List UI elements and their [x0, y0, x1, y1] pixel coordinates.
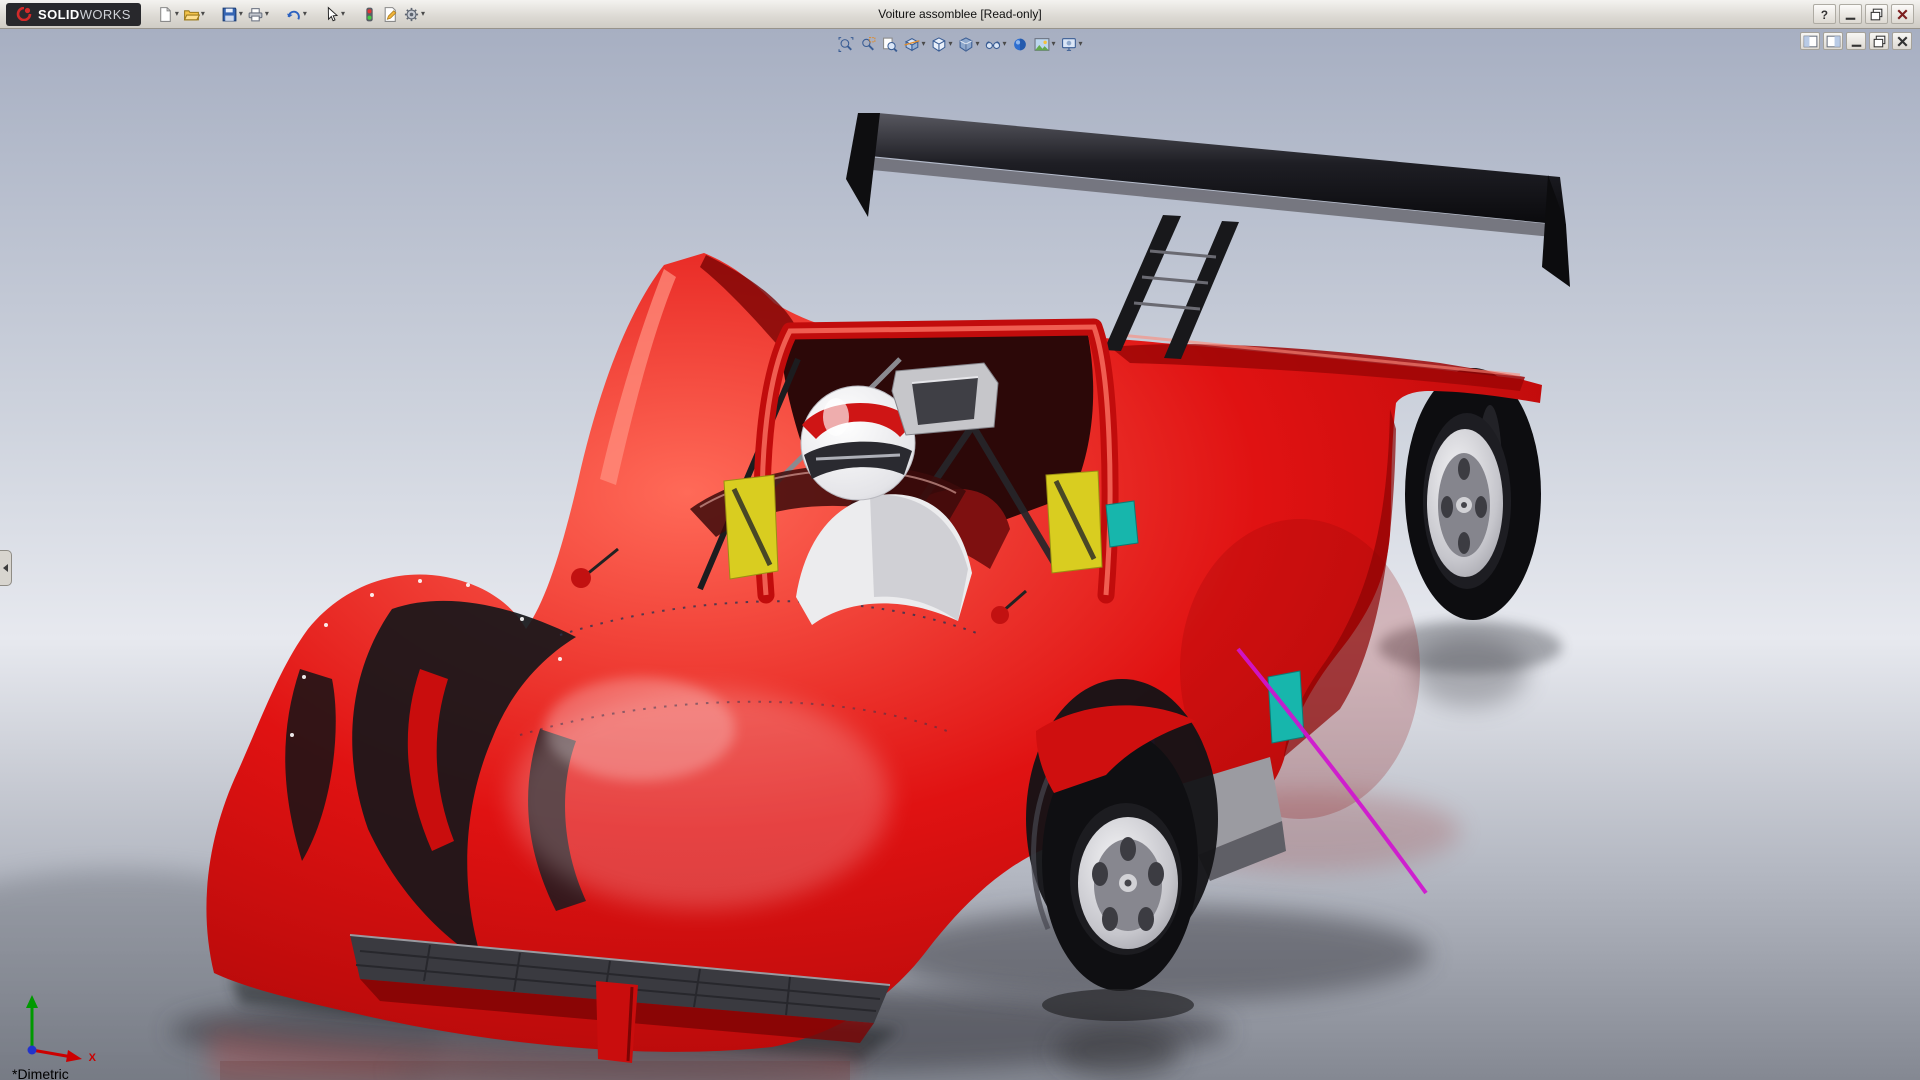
dropdown-caret-icon[interactable]: ▾: [303, 10, 307, 18]
rebuild-icon: [361, 6, 378, 23]
rear-wheel[interactable]: [1405, 368, 1541, 620]
dropdown-caret-icon[interactable]: ▾: [1079, 40, 1083, 48]
doc-close-icon: [1894, 33, 1911, 50]
undo-button[interactable]: ▾: [283, 2, 309, 27]
hide-show-items-button[interactable]: ▾: [984, 32, 1008, 56]
logo-text: SOLIDWORKS: [38, 7, 131, 22]
featuremanager-collapse-tab[interactable]: [0, 550, 12, 586]
section-view-icon: [903, 36, 920, 53]
file-properties-icon: [382, 6, 399, 23]
app-titlebar: SOLIDWORKS ▾ ▾ ▾ ▾ ▾ ▾ ▾ Voiture assomblee [Re…: [0, 0, 1920, 29]
pane-left-icon: [1802, 33, 1819, 50]
3d-model-view: [0, 29, 1920, 1080]
dropdown-caret-icon[interactable]: ▾: [341, 10, 345, 18]
apply-scene-icon: [1034, 36, 1051, 53]
zoom-to-area-icon: [859, 36, 876, 53]
options-button[interactable]: ▾: [401, 2, 427, 27]
print-icon: [247, 6, 264, 23]
svg-text:?: ?: [1821, 8, 1828, 21]
window-title: Voiture assomblee [Read-only]: [878, 7, 1041, 21]
dropdown-caret-icon[interactable]: ▾: [265, 10, 269, 18]
dropdown-caret-icon[interactable]: ▾: [1052, 40, 1056, 48]
view-orientation-icon: [930, 36, 947, 53]
rebuild-button[interactable]: [359, 2, 380, 27]
dropdown-caret-icon[interactable]: ▾: [201, 10, 205, 18]
undo-icon: [285, 6, 302, 23]
3ds-logo-icon: [16, 7, 32, 21]
doc-minimize-button[interactable]: [1846, 32, 1866, 50]
document-window-controls: [1800, 32, 1912, 50]
restore-icon: [1868, 6, 1885, 23]
save-button[interactable]: ▾: [219, 2, 245, 27]
dropdown-caret-icon[interactable]: ▾: [1003, 40, 1007, 48]
view-orientation-label: *Dimetric: [12, 1066, 69, 1080]
edit-appearance-icon: [1012, 36, 1029, 53]
minimize-button[interactable]: [1839, 4, 1862, 24]
heads-up-toolbar: ▾ ▾ ▾ ▾ ▾ ▾: [836, 32, 1083, 56]
magnified-selection-button[interactable]: [880, 32, 899, 56]
window-controls: ?: [1813, 4, 1914, 24]
orientation-triad: X: [10, 988, 102, 1066]
dropdown-caret-icon[interactable]: ▾: [175, 10, 179, 18]
dropdown-caret-icon[interactable]: ▾: [975, 40, 979, 48]
new-document-button[interactable]: ▾: [155, 2, 181, 27]
view-settings-icon: [1061, 36, 1078, 53]
dropdown-caret-icon[interactable]: ▾: [921, 40, 925, 48]
edit-appearance-button[interactable]: [1011, 32, 1030, 56]
print-button[interactable]: ▾: [245, 2, 271, 27]
magnified-selection-icon: [881, 36, 898, 53]
dropdown-caret-icon[interactable]: ▾: [421, 10, 425, 18]
dropdown-caret-icon[interactable]: ▾: [239, 10, 243, 18]
file-properties-button[interactable]: [380, 2, 401, 27]
view-settings-button[interactable]: ▾: [1060, 32, 1084, 56]
section-view-button[interactable]: ▾: [902, 32, 926, 56]
pane-left-button[interactable]: [1800, 32, 1820, 50]
close-button[interactable]: [1891, 4, 1914, 24]
zoom-to-fit-button[interactable]: [836, 32, 855, 56]
solidworks-logo: SOLIDWORKS: [6, 3, 141, 26]
doc-close-button[interactable]: [1892, 32, 1912, 50]
graphics-area[interactable]: ▾ ▾ ▾ ▾ ▾ ▾ X *Dimetric: [0, 29, 1920, 1080]
help-icon: ?: [1816, 6, 1833, 23]
dropdown-caret-icon[interactable]: ▾: [948, 40, 952, 48]
main-toolbar: ▾ ▾ ▾ ▾ ▾ ▾ ▾: [155, 2, 427, 27]
minimize-icon: [1842, 6, 1859, 23]
save-icon: [221, 6, 238, 23]
solidworks-window: SOLIDWORKS ▾ ▾ ▾ ▾ ▾ ▾ ▾ Voiture assomblee [Re…: [0, 0, 1920, 1080]
open-icon: [183, 6, 200, 23]
pane-right-icon: [1825, 33, 1842, 50]
select-button[interactable]: ▾: [321, 2, 347, 27]
display-style-icon: [957, 36, 974, 53]
select-icon: [323, 6, 340, 23]
triad-x-label: X: [89, 1052, 96, 1064]
collapse-arrow-icon: [3, 564, 8, 572]
help-button[interactable]: ?: [1813, 4, 1836, 24]
doc-restore-button[interactable]: [1869, 32, 1889, 50]
close-icon: [1894, 6, 1911, 23]
view-orientation-button[interactable]: ▾: [929, 32, 953, 56]
display-style-button[interactable]: ▾: [956, 32, 980, 56]
apply-scene-button[interactable]: ▾: [1033, 32, 1057, 56]
restore-button[interactable]: [1865, 4, 1888, 24]
open-button[interactable]: ▾: [181, 2, 207, 27]
zoom-to-area-button[interactable]: [858, 32, 877, 56]
hide-show-items-icon: [985, 36, 1002, 53]
doc-restore-icon: [1871, 33, 1888, 50]
new-document-icon: [157, 6, 174, 23]
doc-minimize-icon: [1848, 33, 1865, 50]
zoom-to-fit-icon: [837, 36, 854, 53]
options-icon: [403, 6, 420, 23]
pane-right-button[interactable]: [1823, 32, 1843, 50]
intake-box[interactable]: [892, 363, 998, 435]
